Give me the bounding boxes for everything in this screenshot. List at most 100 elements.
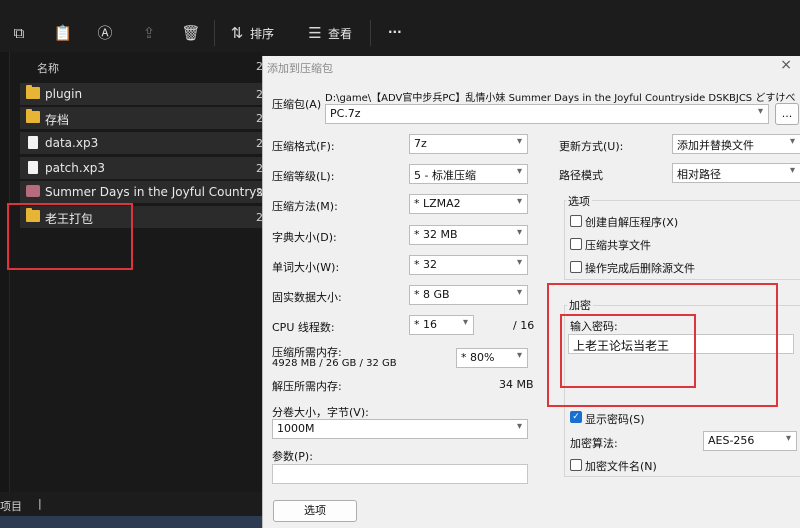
status-count: 项目 [0, 500, 22, 513]
more-button[interactable]: ··· [388, 25, 402, 39]
view-icon[interactable]: ☰ [304, 22, 326, 44]
solid-select[interactable]: * 8 GB ▾ [409, 285, 528, 305]
archive-label: 压缩包(A) [272, 98, 322, 111]
archive-path-text: D:\game\【ADV官中步兵PC】乱情小妹 Summer Days in t… [325, 93, 797, 104]
split-select[interactable]: 1000M ▾ [272, 419, 528, 439]
threads-label: CPU 线程数: [272, 321, 335, 334]
file-icon [28, 136, 38, 149]
mem-percent-select[interactable]: * 80% ▾ [456, 348, 528, 368]
shared-label[interactable]: 压缩共享文件 [585, 237, 651, 253]
close-icon[interactable]: × [780, 57, 792, 73]
solid-value: * 8 GB [414, 288, 450, 301]
chevron-down-icon: ▾ [789, 165, 795, 176]
chevron-down-icon: ▾ [516, 350, 522, 361]
toolbar-divider [370, 20, 371, 46]
split-label: 分卷大小，字节(V): [272, 406, 369, 419]
word-label: 单词大小(W): [272, 261, 340, 274]
dict-select[interactable]: * 32 MB ▾ [409, 225, 528, 245]
delete-source-checkbox[interactable] [570, 261, 582, 273]
chevron-down-icon: ▾ [516, 196, 522, 207]
app-icon [26, 185, 40, 197]
delete-source-label[interactable]: 操作完成后删除源文件 [585, 260, 695, 276]
item-name: plugin [45, 87, 83, 101]
decomp-label: 解压所需内存: [272, 380, 342, 393]
sort-button[interactable]: 排序 [250, 25, 274, 42]
list-item[interactable]: plugin [20, 83, 262, 105]
chevron-down-icon: ▾ [462, 317, 468, 328]
delete-icon[interactable]: 🗑 [180, 22, 202, 44]
column-name-label: 名称 [37, 62, 59, 75]
split-value: 1000M [277, 422, 315, 435]
folder-icon [26, 85, 40, 99]
item-name: Summer Days in the Joyful Countrysi... [45, 185, 262, 199]
chevron-down-icon: ▾ [757, 106, 763, 117]
word-select[interactable]: * 32 ▾ [409, 255, 528, 275]
format-select[interactable]: 7z ▾ [409, 134, 528, 154]
item-name: 存档 [45, 113, 70, 127]
show-password-checkbox[interactable]: ✓ [570, 411, 582, 423]
column-header-name[interactable]: 名称 2 [20, 56, 263, 78]
path-mode-label: 路径模式 [559, 169, 603, 182]
level-select[interactable]: 5 - 标准压缩 ▾ [409, 164, 528, 184]
dialog-title: 添加到压缩包 [267, 62, 333, 75]
sort-icon[interactable]: ⇅ [226, 22, 248, 44]
item-name: data.xp3 [45, 136, 99, 150]
encrypt-names-label[interactable]: 加密文件名(N) [585, 458, 657, 474]
threads-select[interactable]: * 16 ▾ [409, 315, 474, 335]
sfx-checkbox[interactable] [570, 215, 582, 227]
archive-path-combo[interactable]: PC.7z ▾ [325, 104, 769, 124]
chevron-down-icon: ▾ [516, 257, 522, 268]
update-value: 添加并替换文件 [677, 139, 754, 152]
solid-label: 固实数据大小: [272, 291, 342, 304]
rename-icon[interactable]: Ⓐ [94, 22, 116, 44]
algorithm-label: 加密算法: [570, 437, 618, 450]
dict-label: 字典大小(D): [272, 231, 337, 244]
format-value: 7z [414, 137, 427, 150]
level-label: 压缩等级(L): [272, 170, 335, 183]
chevron-down-icon: ▾ [516, 421, 522, 432]
copy-icon[interactable]: ⧉ [8, 22, 30, 44]
method-select[interactable]: * LZMA2 ▾ [409, 194, 528, 214]
format-label: 压缩格式(F): [272, 140, 335, 153]
chevron-down-icon: ▾ [516, 166, 522, 177]
chevron-down-icon: ▾ [785, 433, 791, 444]
update-label: 更新方式(U): [559, 140, 624, 153]
mem-percent-value: * 80% [461, 351, 495, 364]
params-label: 参数(P): [272, 450, 313, 463]
word-value: * 32 [414, 258, 437, 271]
threads-value: * 16 [414, 318, 437, 331]
threads-max: / 16 [513, 319, 535, 332]
browse-button[interactable]: ... [775, 103, 799, 125]
shared-checkbox[interactable] [570, 238, 582, 250]
toolbar-divider [214, 20, 215, 46]
params-input[interactable] [272, 464, 528, 484]
list-item[interactable]: data.xp3 [20, 132, 262, 154]
list-item[interactable]: 存档 [20, 107, 262, 129]
chevron-down-icon: ▾ [516, 227, 522, 238]
update-select[interactable]: 添加并替换文件 ▾ [672, 134, 800, 154]
mem-value: 4928 MB / 26 GB / 32 GB [272, 358, 397, 369]
encrypt-names-checkbox[interactable] [570, 459, 582, 471]
path-mode-select[interactable]: 相对路径 ▾ [672, 163, 800, 183]
chevron-down-icon: ▾ [516, 136, 522, 147]
path-mode-value: 相对路径 [677, 168, 721, 181]
taskbar [0, 516, 262, 528]
highlight-box-folder [7, 203, 133, 270]
list-item[interactable]: patch.xp3 [20, 157, 262, 179]
share-icon[interactable]: ⇪ [138, 22, 160, 44]
sfx-label[interactable]: 创建自解压程序(X) [585, 214, 678, 230]
view-button[interactable]: 查看 [328, 25, 352, 42]
highlight-box-password [560, 314, 696, 388]
options-button[interactable]: 选项 [273, 500, 357, 522]
level-value: 5 - 标准压缩 [414, 169, 476, 182]
file-icon [28, 161, 38, 174]
dict-value: * 32 MB [414, 228, 458, 241]
list-item[interactable]: Summer Days in the Joyful Countrysi... [20, 181, 262, 203]
algorithm-select[interactable]: AES-256 ▾ [703, 431, 797, 451]
algorithm-value: AES-256 [708, 434, 755, 447]
chevron-down-icon: ▾ [516, 287, 522, 298]
show-password-label[interactable]: 显示密码(S) [585, 411, 645, 427]
paste-icon[interactable]: 📋 [52, 22, 74, 44]
navigation-pane[interactable] [0, 52, 10, 502]
item-name: patch.xp3 [45, 161, 106, 175]
